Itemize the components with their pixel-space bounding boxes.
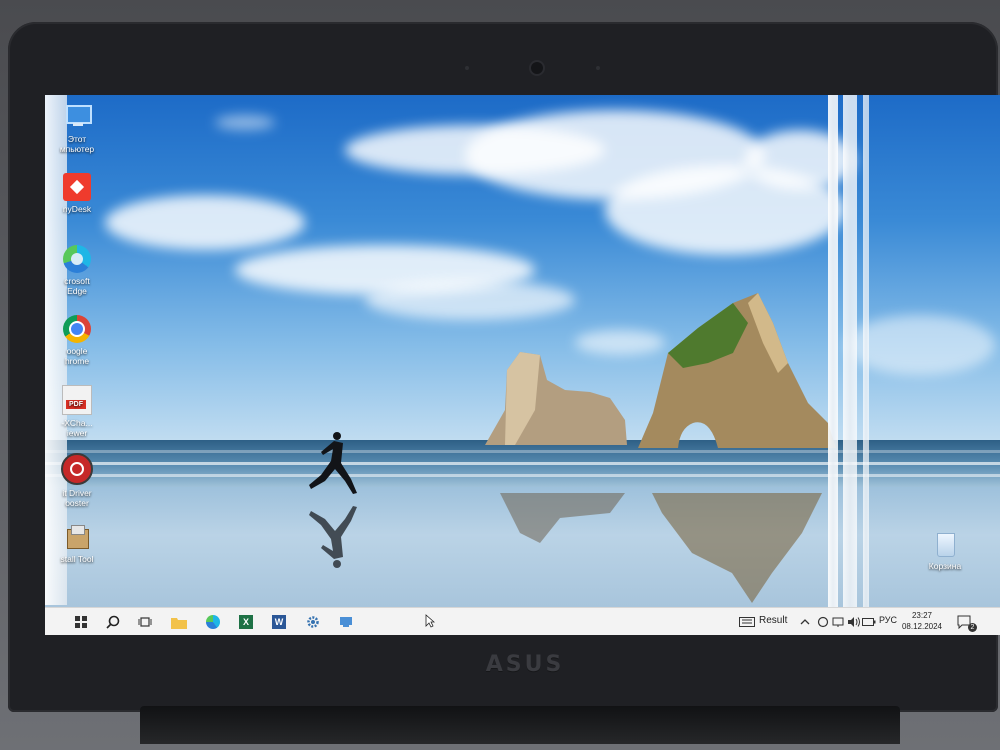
desktop-icon-recycle-bin[interactable]: Корзина [915,530,975,571]
screen-defect-stripe [843,95,857,615]
microphone-dot [596,66,600,70]
webcam-icon [531,62,543,74]
desktop-icon-label: Этот мпьютер [59,134,95,154]
small-rock-island [485,352,627,445]
gear-icon [307,616,319,628]
desktop-icon-label: Корзина [928,561,962,571]
desktop-icon-label: stall Tool [60,554,94,564]
clock-date: 08.12.2024 [901,622,943,631]
taskbar-clock[interactable]: 23:27 08.12.2024 [897,610,947,632]
taskbar-settings[interactable] [301,611,325,633]
search-button[interactable] [101,611,125,633]
install-tool-icon [63,523,91,551]
desktop-icon-label: oogle hrome [64,346,90,366]
clock-time: 23:27 [911,611,933,620]
runner-reflection [309,506,357,568]
taskbar-file-explorer[interactable] [167,611,191,633]
desktop-icon-label: it Driver ooster [62,488,92,508]
runner-silhouette [309,432,357,494]
desktop-icon-label: crosoft Edge [64,276,90,296]
word-icon: W [272,615,286,629]
anydesk-icon [63,173,91,201]
desktop-icon-anydesk[interactable]: nyDesk [47,173,107,214]
edge-icon [206,615,220,629]
computer-icon [63,103,92,131]
edge-icon [63,245,91,273]
network-app-icon [340,617,352,627]
chrome-icon [63,315,91,343]
desktop-icon-label: -XCha... iewer [61,418,93,438]
arch-rock-island [638,293,836,448]
chevron-up-icon [800,619,810,625]
start-button[interactable] [69,611,93,633]
keyboard-icon [739,617,755,627]
laptop-hinge [140,706,900,744]
desktop-icon-pdf-xchange[interactable]: PDF -XCha... iewer [47,385,107,438]
taskbar-edge[interactable] [201,611,225,633]
excel-icon: X [239,615,253,629]
windows-logo-icon [75,616,87,628]
taskbar-app[interactable] [334,611,358,633]
result-label[interactable]: Result [759,615,787,626]
desktop-icon-chrome[interactable]: oogle hrome [47,315,107,366]
microphone-dot [465,66,469,70]
taskbar-word[interactable]: W [267,611,291,633]
input-language[interactable]: РУС [879,615,897,625]
screen-defect-stripe [863,95,869,615]
laptop-screen: Этот мпьютер nyDesk crosoft Edge oogle h… [45,95,1000,635]
arch-reflection [652,493,822,603]
pdf-icon: PDF [62,385,92,415]
action-center-button[interactable]: 2 [953,611,977,633]
desktop-icon-install-tool[interactable]: stall Tool [47,523,107,564]
desktop-icon-driver-booster[interactable]: it Driver ooster [47,453,107,508]
result-tray-icon[interactable] [735,611,759,633]
screen-defect-stripe [828,95,838,615]
recycle-bin-icon [931,530,959,558]
taskbar-excel[interactable]: X [234,611,258,633]
taskbar: X W Result РУС 23:27 08.12.2024 2 [45,607,1000,635]
laptop-brand-logo: ASUS [485,652,565,677]
desktop-icon-edge[interactable]: crosoft Edge [47,245,107,296]
driver-booster-icon [61,453,93,485]
desktop-icon-label: nyDesk [62,204,92,214]
search-icon [106,615,120,629]
desktop-icon-this-pc[interactable]: Этот мпьютер [47,103,107,154]
task-view-button[interactable] [133,611,157,633]
mouse-cursor-icon [425,614,435,628]
notification-count: 2 [968,623,977,632]
tray-battery-button[interactable] [857,611,881,633]
rock-reflection [500,493,625,543]
folder-icon [171,617,187,629]
task-view-icon [138,617,152,627]
battery-icon [862,618,876,626]
